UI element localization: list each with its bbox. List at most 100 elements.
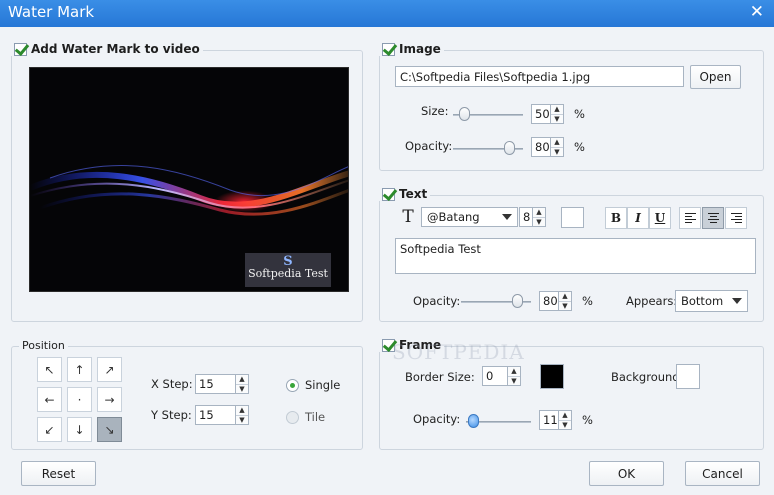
font-name-select[interactable]: @Batang [421, 207, 518, 227]
frame-opacity-stepper[interactable]: 11 ▲ ▼ [539, 410, 572, 430]
font-size-stepper[interactable]: 8 ▲ ▼ [519, 207, 546, 227]
title-bar: Water Mark ✕ [0, 0, 774, 27]
align-center-icon [707, 212, 719, 224]
position-top-left-button[interactable]: ↖ [37, 357, 62, 382]
position-top-right-button[interactable]: ↗ [97, 357, 122, 382]
text-opacity-stepper[interactable]: 80 ▲ ▼ [539, 291, 572, 311]
background-color-swatch[interactable] [676, 364, 700, 389]
border-size-label: Border Size: [405, 370, 475, 384]
image-size-slider-thumb[interactable] [458, 107, 470, 121]
text-color-swatch[interactable] [561, 207, 584, 228]
border-size-stepper[interactable]: 0 ▲ ▼ [482, 366, 521, 386]
tile-radio-row[interactable]: Tile [286, 410, 325, 424]
text-label: Text [399, 187, 428, 201]
image-opacity-percent: % [574, 140, 585, 154]
border-size-input[interactable]: 0 [482, 366, 508, 386]
position-top-button[interactable]: ↑ [67, 357, 92, 382]
frame-opacity-down-icon[interactable]: ▼ [559, 420, 571, 430]
y-step-input[interactable]: 15 [195, 405, 236, 425]
reset-button[interactable]: Reset [21, 461, 96, 486]
x-step-up-icon[interactable]: ▲ [236, 375, 248, 384]
align-center-button[interactable] [702, 207, 724, 229]
image-opacity-input[interactable]: 80 [531, 137, 551, 157]
text-opacity-input[interactable]: 80 [539, 291, 559, 311]
position-bottom-right-button[interactable]: ↘ [97, 417, 122, 442]
cancel-button[interactable]: Cancel [685, 461, 760, 486]
tile-radio[interactable] [286, 410, 299, 424]
single-label: Single [305, 378, 341, 392]
frame-opacity-slider-thumb[interactable] [468, 414, 480, 428]
watermark-preview-text: Softpedia Test [248, 267, 328, 280]
image-size-input[interactable]: 50 [531, 104, 551, 124]
position-left-button[interactable]: ← [37, 387, 62, 412]
ok-button[interactable]: OK [589, 461, 664, 486]
add-watermark-checkbox-row[interactable]: Add Water Mark to video [11, 42, 203, 56]
align-left-button[interactable] [679, 207, 701, 229]
video-preview: S Softpedia Test [29, 67, 349, 292]
position-center-button[interactable]: · [67, 387, 92, 412]
close-icon[interactable]: ✕ [750, 2, 764, 22]
x-step-label: X Step: [151, 377, 193, 391]
text-opacity-percent: % [582, 294, 593, 308]
image-size-stepper[interactable]: 50 ▲ ▼ [531, 104, 564, 124]
text-opacity-down-icon[interactable]: ▼ [559, 301, 571, 311]
image-label: Image [399, 42, 441, 56]
tile-label: Tile [305, 410, 326, 424]
align-right-button[interactable] [725, 207, 747, 229]
appears-label: Appears: [626, 294, 678, 308]
border-color-swatch[interactable] [540, 364, 564, 389]
font-size-input[interactable]: 8 [519, 207, 533, 227]
text-opacity-label: Opacity: [413, 294, 461, 308]
frame-opacity-up-icon[interactable]: ▲ [559, 411, 571, 420]
underline-button[interactable]: U [649, 207, 671, 229]
y-step-up-icon[interactable]: ▲ [236, 406, 248, 415]
position-bottom-left-button[interactable]: ↙ [37, 417, 62, 442]
appears-value: Bottom [681, 294, 724, 308]
frame-opacity-input[interactable]: 11 [539, 410, 559, 430]
single-radio-row[interactable]: Single [286, 378, 340, 392]
border-size-down-icon[interactable]: ▼ [508, 376, 520, 386]
frame-checkbox[interactable] [382, 338, 395, 352]
watermark-preview-badge: S Softpedia Test [245, 253, 331, 287]
position-right-button[interactable]: → [97, 387, 122, 412]
image-size-down-icon[interactable]: ▼ [551, 114, 563, 124]
image-opacity-label: Opacity: [405, 139, 453, 153]
frame-checkbox-row[interactable]: Frame [379, 338, 445, 352]
position-bottom-button[interactable]: ↓ [67, 417, 92, 442]
text-checkbox[interactable] [382, 187, 395, 201]
image-size-up-icon[interactable]: ▲ [551, 105, 563, 114]
frame-label: Frame [399, 338, 442, 352]
font-name-value: @Batang [427, 210, 480, 224]
image-checkbox-row[interactable]: Image [379, 42, 444, 56]
y-step-stepper[interactable]: 15 ▲ ▼ [195, 405, 249, 425]
border-size-up-icon[interactable]: ▲ [508, 367, 520, 376]
appears-select[interactable]: Bottom [675, 290, 748, 312]
y-step-down-icon[interactable]: ▼ [236, 415, 248, 425]
image-size-label: Size: [421, 104, 449, 118]
image-opacity-up-icon[interactable]: ▲ [551, 138, 563, 147]
italic-button[interactable]: I [627, 207, 649, 229]
open-button[interactable]: Open [690, 65, 741, 89]
font-size-down-icon[interactable]: ▼ [533, 217, 545, 227]
frame-group [379, 346, 764, 450]
image-opacity-stepper[interactable]: 80 ▲ ▼ [531, 137, 564, 157]
background-label: Background: [611, 370, 684, 384]
image-opacity-down-icon[interactable]: ▼ [551, 147, 563, 157]
x-step-stepper[interactable]: 15 ▲ ▼ [195, 374, 249, 394]
frame-opacity-label: Opacity: [413, 412, 461, 426]
image-opacity-slider-thumb[interactable] [504, 141, 515, 155]
image-checkbox[interactable] [382, 42, 395, 56]
bold-button[interactable]: B [605, 207, 627, 229]
font-size-up-icon[interactable]: ▲ [533, 208, 545, 217]
text-opacity-up-icon[interactable]: ▲ [559, 292, 571, 301]
align-left-icon [684, 212, 696, 224]
single-radio[interactable] [286, 378, 299, 392]
watermark-text-input[interactable]: Softpedia Test [395, 238, 756, 274]
align-right-icon [730, 212, 742, 224]
add-watermark-checkbox[interactable] [14, 42, 27, 56]
x-step-down-icon[interactable]: ▼ [236, 384, 248, 394]
text-opacity-slider-thumb[interactable] [512, 294, 523, 308]
image-path-input[interactable]: C:\Softpedia Files\Softpedia 1.jpg [395, 66, 684, 87]
x-step-input[interactable]: 15 [195, 374, 236, 394]
text-checkbox-row[interactable]: Text [379, 187, 431, 201]
